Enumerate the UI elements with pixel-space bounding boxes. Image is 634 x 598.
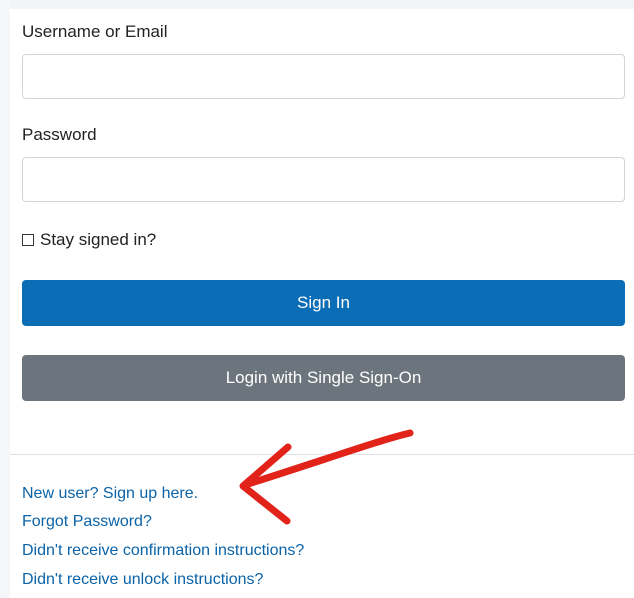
forgot-password-link[interactable]: Forgot Password? <box>22 513 152 531</box>
username-input[interactable] <box>22 54 625 99</box>
new-user-signup-link[interactable]: New user? Sign up here. <box>22 485 198 503</box>
sso-login-button-label: Login with Single Sign-On <box>225 368 422 387</box>
sso-login-button[interactable]: Login with Single Sign-On <box>22 355 625 401</box>
login-page: Username or Email Password Stay signed i… <box>0 0 634 598</box>
stay-signed-in-row[interactable]: Stay signed in? <box>22 229 156 251</box>
unlock-instructions-link[interactable]: Didn't receive unlock instructions? <box>22 571 263 589</box>
sign-in-button-label: Sign In <box>297 293 350 312</box>
top-background-strip <box>0 0 634 9</box>
password-input[interactable] <box>22 157 625 202</box>
username-label: Username or Email <box>22 22 168 41</box>
password-label: Password <box>22 125 97 144</box>
stay-signed-in-label[interactable]: Stay signed in? <box>40 230 156 250</box>
left-background-strip <box>0 0 10 598</box>
section-divider <box>10 454 634 455</box>
stay-signed-in-checkbox[interactable] <box>22 234 34 246</box>
confirmation-instructions-link[interactable]: Didn't receive confirmation instructions… <box>22 542 304 560</box>
sign-in-button[interactable]: Sign In <box>22 280 625 326</box>
